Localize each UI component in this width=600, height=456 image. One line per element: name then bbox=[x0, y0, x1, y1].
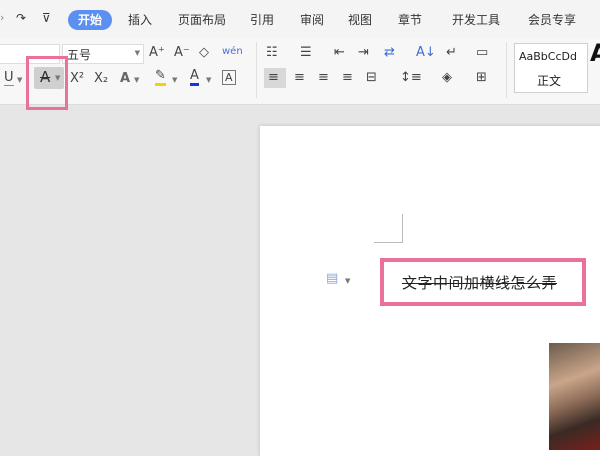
table-icon[interactable]: ▭ bbox=[476, 44, 488, 62]
borders-icon[interactable]: ⊞ bbox=[476, 69, 487, 87]
align-left-icon: ≡ bbox=[268, 70, 279, 85]
redo-icon[interactable]: ↷ bbox=[16, 11, 26, 25]
decrease-indent-icon[interactable]: ⇤ bbox=[334, 44, 345, 62]
font-color-button[interactable]: A bbox=[190, 69, 199, 86]
quick-access-dropdown-icon[interactable]: ⊽ bbox=[42, 11, 51, 25]
page-margin-corner bbox=[374, 214, 403, 243]
subscript-button[interactable]: X₂ bbox=[94, 70, 108, 88]
menu-bar: › ↷ ⊽ 开始 插入 页面布局 引用 审阅 视图 章节 开发工具 会员专享 bbox=[0, 0, 600, 38]
style-normal-label: 正文 bbox=[537, 74, 562, 88]
highlight-icon[interactable]: ✎ bbox=[155, 69, 166, 86]
tab-review[interactable]: 审阅 bbox=[300, 11, 324, 28]
increase-indent-icon[interactable]: ⇥ bbox=[358, 44, 369, 62]
font-size-select[interactable]: 五号 ▼ bbox=[62, 44, 144, 64]
justify-icon[interactable]: ≡ bbox=[342, 69, 353, 87]
font-color-dropdown-icon: ▼ bbox=[206, 76, 212, 84]
shading-icon[interactable]: ◈ bbox=[442, 69, 452, 87]
tab-page-layout[interactable]: 页面布局 bbox=[178, 11, 226, 28]
tab-start[interactable]: 开始 bbox=[68, 10, 112, 30]
tab-chapter[interactable]: 章节 bbox=[398, 11, 422, 28]
tab-insert[interactable]: 插入 bbox=[128, 11, 152, 28]
superscript-button[interactable]: X² bbox=[70, 70, 84, 88]
divider bbox=[256, 42, 257, 98]
grow-font-button[interactable]: A⁺ bbox=[149, 44, 165, 62]
tab-view[interactable]: 视图 bbox=[348, 11, 372, 28]
numbered-list-icon[interactable]: ☰ bbox=[300, 44, 312, 62]
highlight-dropdown-icon: ▼ bbox=[172, 76, 178, 84]
align-right-icon[interactable]: ≡ bbox=[318, 69, 329, 87]
show-marks-icon[interactable]: ↵ bbox=[446, 44, 457, 62]
text-direction-icon[interactable]: ⇄ bbox=[384, 44, 395, 62]
underline-dropdown-icon: ▼ bbox=[17, 76, 23, 84]
divider bbox=[506, 42, 507, 98]
text-effect-dropdown-icon: ▼ bbox=[134, 76, 140, 84]
highlight-frame-text: 文字中间加横线怎么弄 bbox=[380, 258, 586, 306]
sort-icon[interactable]: A↓ bbox=[416, 44, 436, 62]
document-image[interactable] bbox=[549, 343, 600, 450]
paragraph-layout-icon[interactable]: ▤ bbox=[326, 270, 338, 288]
char-border-button[interactable]: A bbox=[222, 70, 236, 85]
font-size-value: 五号 bbox=[67, 48, 92, 62]
style-normal[interactable]: AaBbCcDd 正文 bbox=[514, 43, 588, 93]
paragraph-dropdown-icon: ▼ bbox=[345, 277, 351, 285]
align-center-icon[interactable]: ≡ bbox=[294, 69, 305, 87]
style-heading-preview[interactable]: A bbox=[590, 41, 600, 65]
tab-member[interactable]: 会员专享 bbox=[528, 11, 576, 28]
shrink-font-button[interactable]: A⁻ bbox=[174, 44, 190, 62]
text-effect-button[interactable]: A bbox=[120, 70, 130, 88]
highlight-frame bbox=[26, 56, 68, 110]
line-spacing-icon[interactable]: ↕≡ bbox=[400, 69, 422, 87]
bullet-list-icon[interactable]: ☷ bbox=[266, 44, 278, 62]
clear-format-icon[interactable]: ◇ bbox=[199, 44, 209, 62]
chevron-down-icon: ▼ bbox=[134, 49, 140, 57]
menu-arrow-icon[interactable]: › bbox=[0, 11, 4, 24]
document-text[interactable]: 文字中间加横线怎么弄 bbox=[402, 272, 557, 293]
phonetic-guide-button[interactable]: wén bbox=[222, 43, 243, 61]
tab-references[interactable]: 引用 bbox=[250, 11, 274, 28]
underline-button[interactable]: U bbox=[4, 70, 14, 86]
distribute-icon[interactable]: ⊟ bbox=[366, 69, 377, 87]
tab-developer[interactable]: 开发工具 bbox=[452, 11, 500, 28]
style-sample-text: AaBbCcDd bbox=[519, 50, 577, 63]
